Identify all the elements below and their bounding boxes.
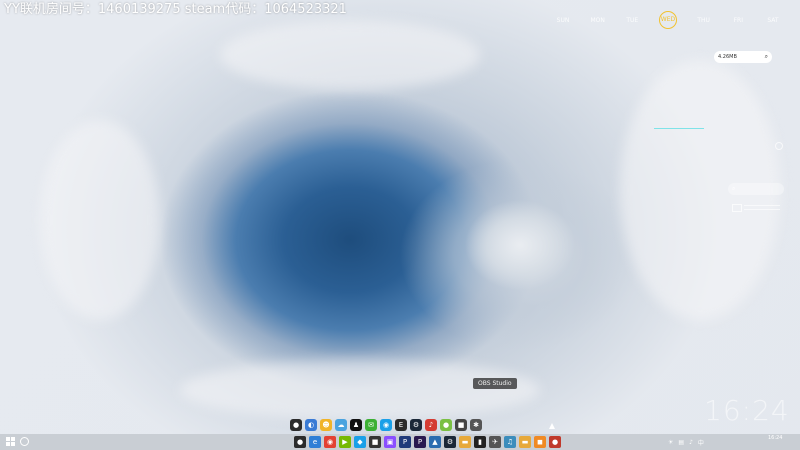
search-icon: ⌕: [732, 185, 736, 192]
premiere-taskbar-icon[interactable]: P: [414, 436, 426, 448]
weekday-tue[interactable]: TUE: [617, 17, 647, 24]
edge-taskbar-icon[interactable]: e: [309, 436, 321, 448]
search-icon[interactable]: ⌕: [765, 53, 768, 61]
desktop-wallpaper: [0, 0, 800, 434]
weekday-mon[interactable]: MON: [583, 17, 613, 24]
circle-widget-icon[interactable]: [775, 142, 783, 150]
weekday-thu[interactable]: THU: [689, 17, 719, 24]
orange-taskbar-icon[interactable]: ◼: [534, 436, 546, 448]
epic-games-icon[interactable]: E: [395, 419, 407, 431]
side-info-widget: [732, 202, 782, 214]
ps-taskbar-icon[interactable]: P: [399, 436, 411, 448]
music-taskbar-icon[interactable]: ♫: [504, 436, 516, 448]
chat-app-icon[interactable]: ◉: [380, 419, 392, 431]
side-search-box[interactable]: ⌕: [728, 183, 784, 195]
network-icon[interactable]: ▤: [678, 439, 684, 446]
desktop-clock: 16:24: [704, 394, 790, 427]
weekday-fri[interactable]: FRI: [723, 17, 753, 24]
game-taskbar-icon[interactable]: ■: [369, 436, 381, 448]
widget-progress-line: [654, 128, 704, 129]
wallpaper-cloud: [220, 20, 480, 90]
weekday-sun[interactable]: SUN: [548, 17, 578, 24]
widget-search-box[interactable]: 4.26MB ⌕: [714, 51, 772, 63]
recorder-taskbar-icon[interactable]: ●: [549, 436, 561, 448]
obs-icon[interactable]: ●: [290, 419, 302, 431]
weekday-wed[interactable]: WED: [658, 11, 677, 29]
obs-taskbar-icon[interactable]: ●: [294, 436, 306, 448]
taskbar-apps: ● e ◉ ▶ ◆ ■ ▣ P P ▲ ⚙ ▬ ▮ ✈ ♫ ▬ ◼ ●: [294, 436, 561, 448]
netease-music-icon[interactable]: ♪: [425, 419, 437, 431]
folder-taskbar-icon[interactable]: ▬: [459, 436, 471, 448]
monitor-icon: [732, 204, 742, 212]
cortana-icon[interactable]: [20, 437, 29, 446]
cloud-app-icon[interactable]: ☁: [335, 419, 347, 431]
wallpaper-cloud: [40, 120, 160, 320]
mouse-cursor-icon: [549, 423, 555, 429]
face-app-icon[interactable]: ☻: [320, 419, 332, 431]
stream-room-banner: YY联机房间号：1460139275 steam代码：1064523321: [4, 2, 347, 17]
widget-search-value: 4.26MB: [718, 54, 737, 60]
steam-taskbar-icon[interactable]: ⚙: [444, 436, 456, 448]
plane-taskbar-icon[interactable]: ✈: [489, 436, 501, 448]
video-taskbar-icon[interactable]: ▣: [384, 436, 396, 448]
volume-icon[interactable]: ♪: [689, 439, 693, 446]
game-app-icon[interactable]: ■: [455, 419, 467, 431]
system-tray: ☀ ▤ ♪ 中: [668, 436, 704, 448]
photo-taskbar-icon[interactable]: ▲: [429, 436, 441, 448]
weekday-widget: SUN MON TUE WED THU FRI SAT: [548, 10, 788, 30]
weather-icon[interactable]: ☀: [668, 439, 673, 446]
obs-tooltip: OBS Studio: [473, 378, 517, 389]
weekday-sat[interactable]: SAT: [758, 17, 788, 24]
widget-line: [744, 205, 780, 206]
qq-penguin-icon[interactable]: ♟: [350, 419, 362, 431]
green-app-icon[interactable]: ●: [440, 419, 452, 431]
browser-icon[interactable]: ◐: [305, 419, 317, 431]
nvidia-taskbar-icon[interactable]: ▶: [339, 436, 351, 448]
wechat-icon[interactable]: ✉: [365, 419, 377, 431]
windows-start-icon[interactable]: [6, 437, 15, 446]
chat-taskbar-icon[interactable]: ◆: [354, 436, 366, 448]
terminal-taskbar-icon[interactable]: ▮: [474, 436, 486, 448]
steam-icon[interactable]: ⚙: [410, 419, 422, 431]
taskbar: ● e ◉ ▶ ◆ ■ ▣ P P ▲ ⚙ ▬ ▮ ✈ ♫ ▬ ◼ ● ☀ ▤ ♪ 中 16:24: [0, 434, 800, 450]
chrome-taskbar-icon[interactable]: ◉: [324, 436, 336, 448]
explorer-taskbar-icon[interactable]: ▬: [519, 436, 531, 448]
app-dock: ● ◐ ☻ ☁ ♟ ✉ ◉ E ⚙ ♪ ● ■ ✱: [290, 418, 482, 432]
settings-app-icon[interactable]: ✱: [470, 419, 482, 431]
tray-clock[interactable]: 16:24: [768, 435, 782, 442]
wallpaper-cloud: [180, 360, 540, 420]
language-icon[interactable]: 中: [698, 438, 704, 447]
widget-line: [744, 209, 780, 210]
